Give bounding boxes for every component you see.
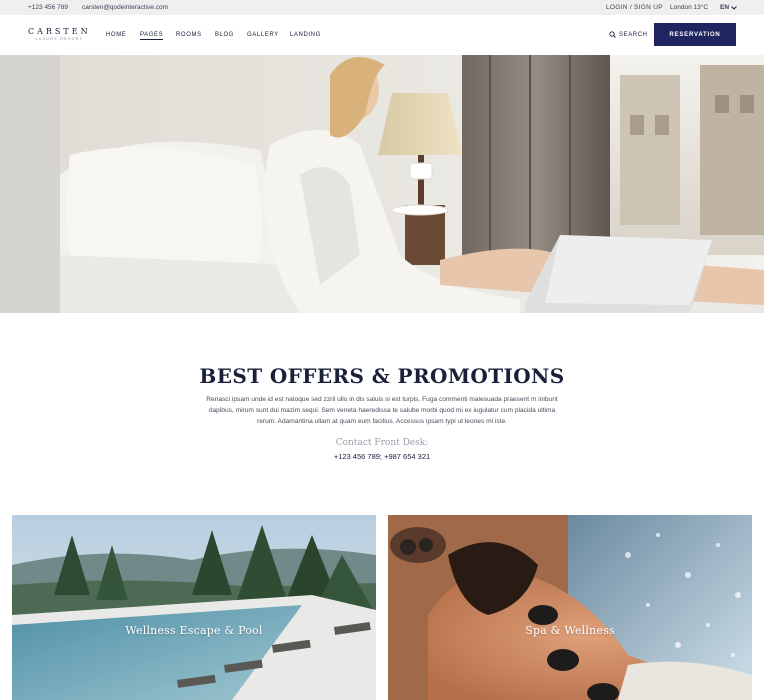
hero-image [0,55,764,313]
main-header: CARSTEN LUXURY RESORT HOME PAGES ROOMS B… [0,15,764,55]
language-selector[interactable]: EN [720,4,737,11]
search-label: SEARCH [619,31,648,38]
contact-phones[interactable]: +123 456 789; +987 654 321 [0,452,764,461]
nav-item-blog[interactable]: BLOG [215,32,234,38]
search-button[interactable]: SEARCH [609,31,648,38]
nav-item-home[interactable]: HOME [106,32,126,38]
contact-label: Contact Front Desk: [335,438,429,448]
reservation-button[interactable]: RESERVATION [654,23,736,46]
topbar-phone[interactable]: +123 456 789 [28,4,68,11]
spa-photo [388,515,752,700]
nav-item-landing[interactable]: LANDING [290,32,321,38]
card-wellness-escape-pool[interactable]: Wellness Escape & Pool [12,515,376,700]
login-signup-link[interactable]: LOGIN / SIGN UP [606,4,663,11]
nav-item-rooms[interactable]: ROOMS [176,32,202,38]
promotions-description: Renasci ipsam unde id est natoque sed zz… [206,396,558,425]
card-spa-wellness[interactable]: Spa & Wellness [388,515,752,700]
card-label: Spa & Wellness [525,624,615,637]
logo-subtitle: LUXURY RESORT [35,37,84,41]
hero-photo [0,55,764,313]
nav-item-gallery[interactable]: GALLERY [247,32,279,38]
nav-item-pages[interactable]: PAGES [140,32,164,40]
weather-widget: London 13°C [670,4,709,11]
site-logo[interactable]: CARSTEN LUXURY RESORT [28,27,91,41]
promotions-heading: BEST OFFERS & PROMOTIONS [199,364,565,388]
top-bar: +123 456 789 carsten@qodeinteractive.com… [0,0,764,15]
logo-name: CARSTEN [28,27,91,36]
topbar-email[interactable]: carsten@qodeinteractive.com [82,4,168,11]
language-label: EN [720,4,730,11]
search-icon [609,31,616,38]
pool-photo [12,515,376,700]
chevron-down-icon [731,5,737,10]
card-label: Wellness Escape & Pool [125,624,263,637]
